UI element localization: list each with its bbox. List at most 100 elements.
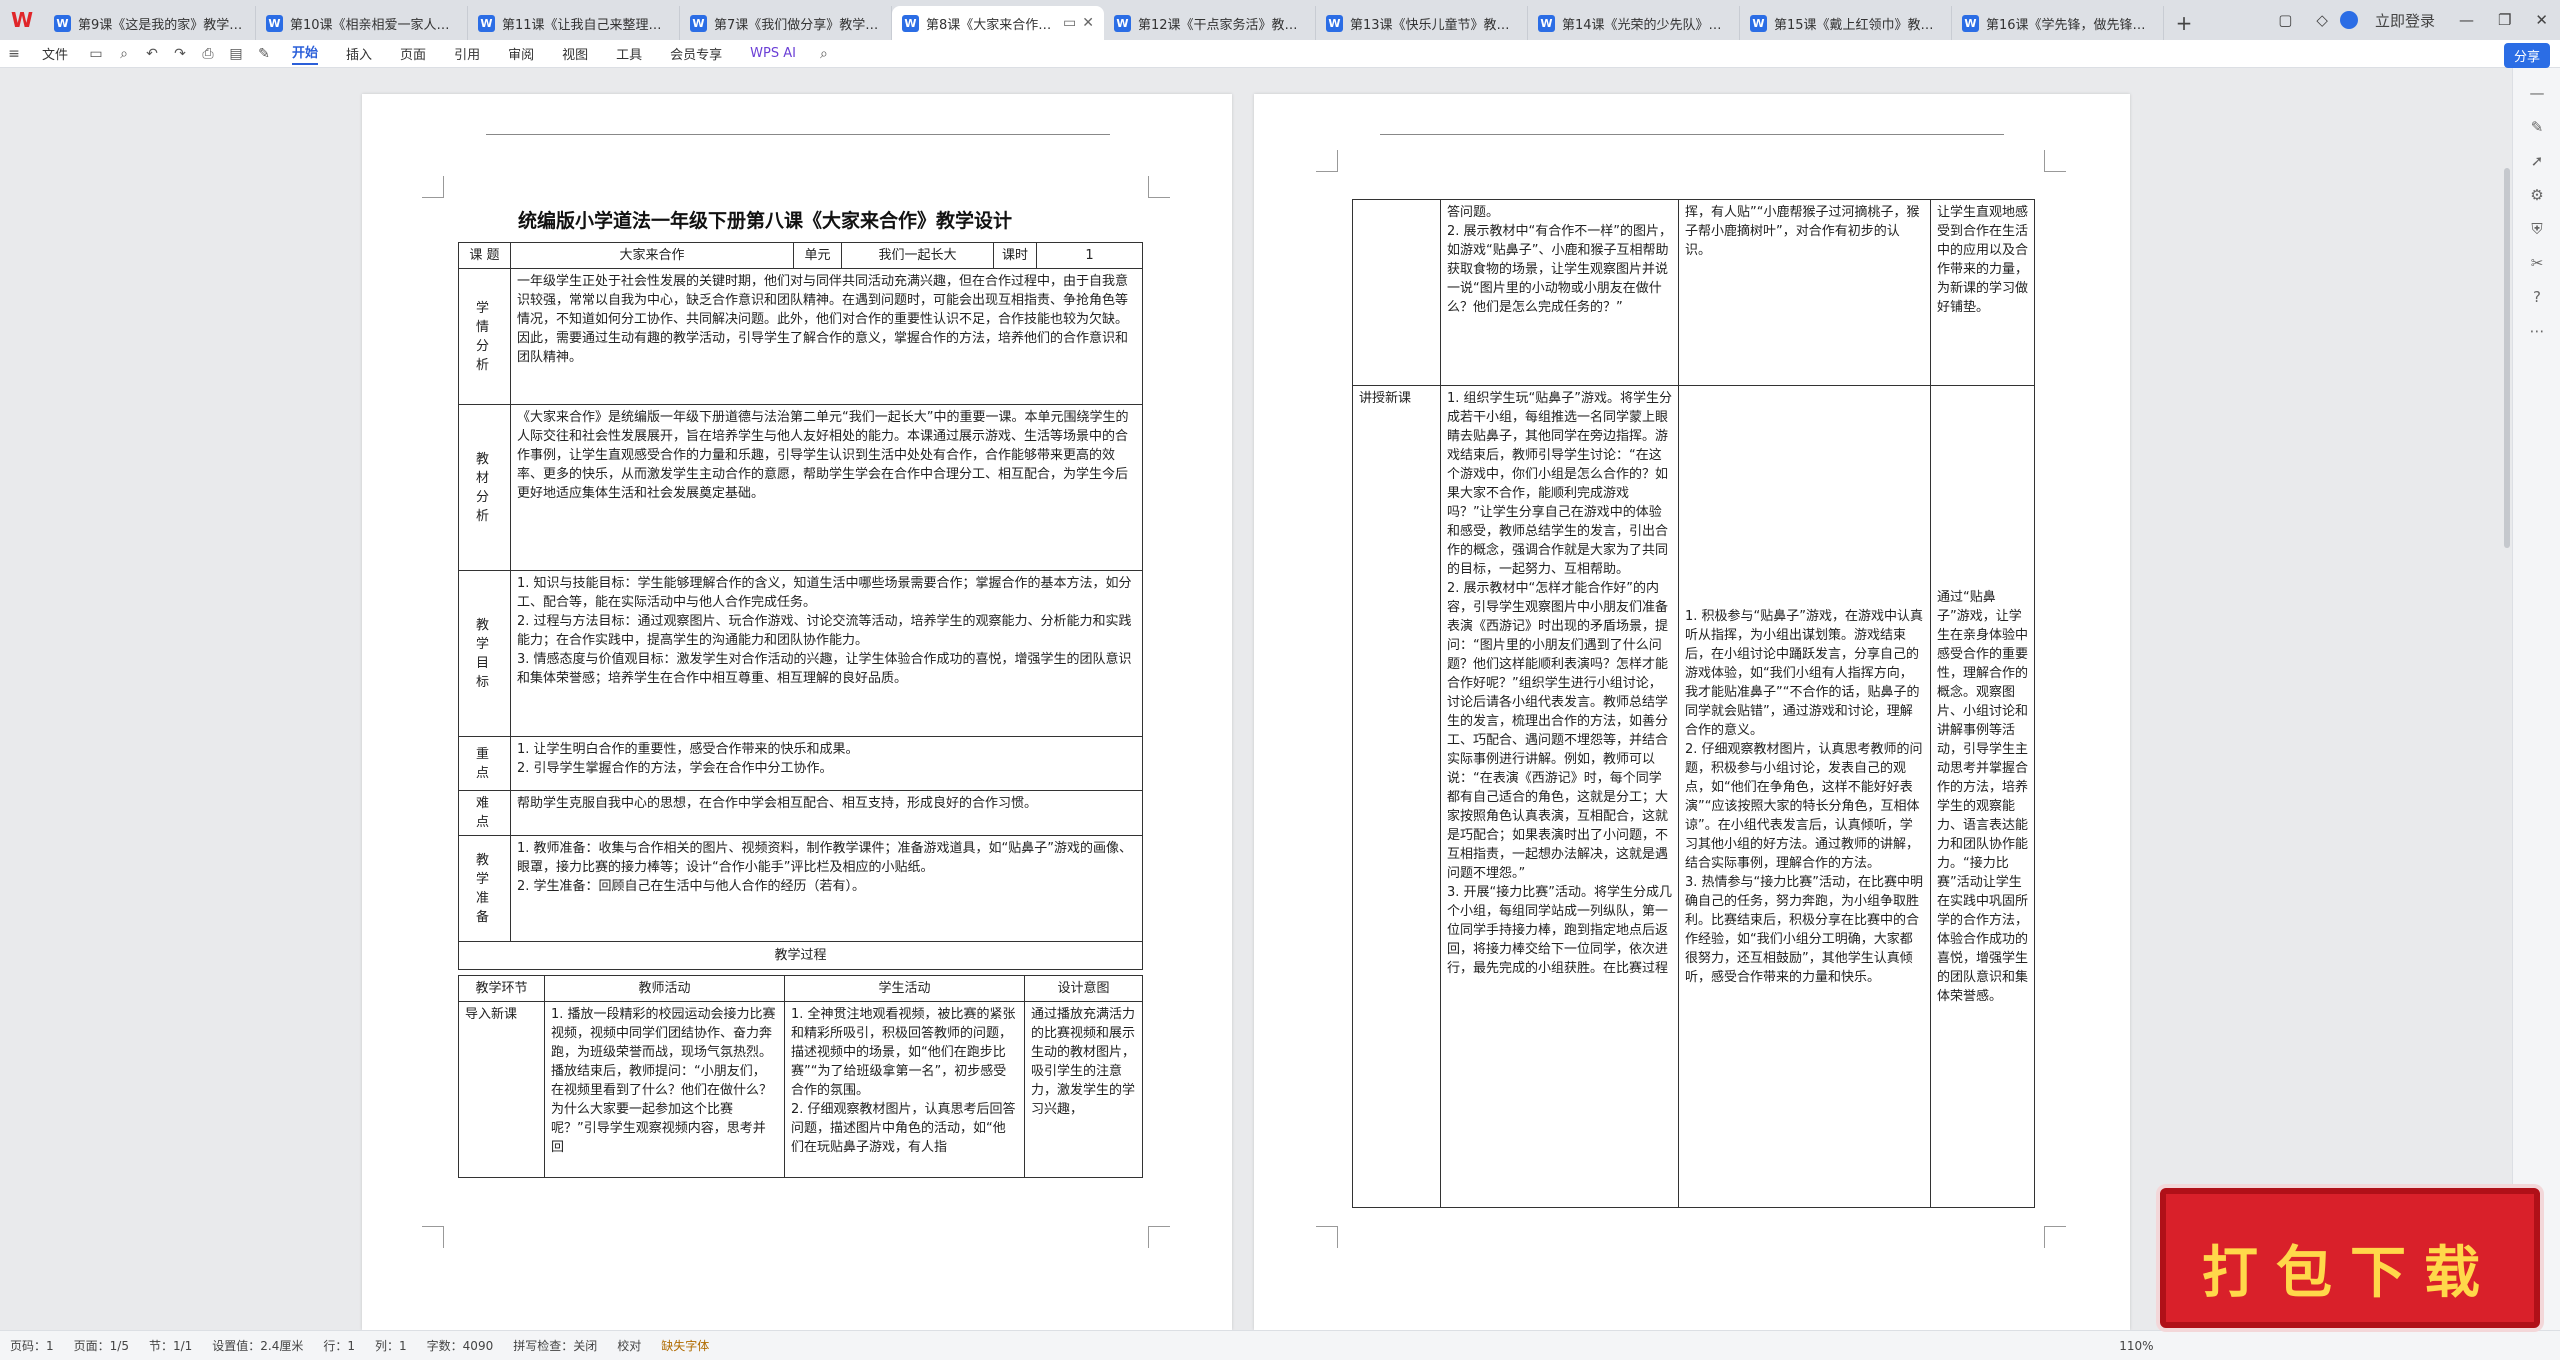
- keti-value[interactable]: 大家来合作: [510, 242, 794, 269]
- download-label: 打包下载: [2202, 1240, 2498, 1306]
- menu-start[interactable]: 开始: [292, 42, 319, 65]
- skin-icon[interactable]: ◇: [2316, 11, 2328, 29]
- label-zhunbei: 教 学 准 备: [458, 835, 511, 942]
- menu-insert[interactable]: 插入: [346, 44, 372, 63]
- tab-doc-7[interactable]: W第7课《我们做分享》教学设计...: [680, 6, 892, 40]
- help-icon[interactable]: ?: [2513, 288, 2560, 306]
- status-setting[interactable]: 设置值：2.4厘米: [212, 1337, 303, 1354]
- menu-review[interactable]: 审阅: [508, 44, 534, 63]
- wps-logo-icon: W: [10, 8, 34, 32]
- export-icon[interactable]: ▤: [228, 46, 244, 62]
- menu-file[interactable]: 文件: [42, 44, 68, 63]
- tab-doc-14[interactable]: W 第14课《光荣的少先队》教学设: [1528, 6, 1740, 40]
- redo-icon[interactable]: ↷: [172, 46, 188, 62]
- row-label-new-lesson: 讲授新课: [1352, 385, 1441, 1208]
- zhongdian-cell[interactable]: 1. 让学生明白合作的重要性，感受合作带来的快乐和成果。 2. 引导学生掌握合作…: [510, 736, 1143, 791]
- keshi-value[interactable]: 1: [1036, 242, 1143, 269]
- new-file-icon[interactable]: ▭: [88, 46, 104, 62]
- new-teacher[interactable]: 1. 组织学生玩“贴鼻子”游戏。将学生分成若干小组，每组推选一名同学蒙上眼睛去贴…: [1440, 385, 1679, 1208]
- label-jiaocai: 教 材 分 析: [458, 404, 511, 571]
- tab-bar: W W第9课《这是我的家》教学设计... W第10课《相亲相爱一家人》教学 W第…: [0, 0, 2560, 40]
- intro-teacher[interactable]: 1. 播放一段精彩的校园运动会接力比赛视频，视频中同学们团结协作、奋力奔跑，为班…: [544, 1001, 785, 1178]
- row-label-empty: [1352, 199, 1441, 386]
- intro-student[interactable]: 1. 全神贯注地观看视频，被比赛的紧张和精彩所吸引，积极回答教师的问题，描述视频…: [784, 1001, 1025, 1178]
- label-keti: 课 题: [458, 242, 511, 269]
- tab-doc-15[interactable]: W 第15课《戴上红领巾》教学设计: [1740, 6, 1952, 40]
- collapse-icon[interactable]: —: [2513, 84, 2560, 102]
- status-pages[interactable]: 页面：1/5: [74, 1337, 129, 1354]
- print-icon[interactable]: ⎙: [200, 46, 216, 62]
- search-icon[interactable]: ⌕: [816, 46, 832, 62]
- menu-reference[interactable]: 引用: [454, 44, 480, 63]
- xueqing-text[interactable]: 一年级学生正处于社会性发展的关键时期，他们对与同伴共同活动充满兴趣，但在合作过程…: [510, 268, 1143, 405]
- status-words[interactable]: 字数：4090: [427, 1337, 494, 1354]
- jiaocai-text[interactable]: 《大家来合作》是统编版一年级下册道德与法治第二单元“我们一起长大”中的重要一课。…: [510, 404, 1143, 571]
- new-student[interactable]: 1. 积极参与“贴鼻子”游戏，在游戏中认真听从指挥，为小组出谋划策。游戏结束后，…: [1678, 385, 1931, 1208]
- tools-icon[interactable]: ✂: [2513, 254, 2560, 272]
- settings-icon[interactable]: ⚙: [2513, 186, 2560, 204]
- status-row[interactable]: 行：1: [323, 1337, 355, 1354]
- menu-view[interactable]: 视图: [562, 44, 588, 63]
- status-proof[interactable]: 校对: [617, 1337, 641, 1354]
- status-col[interactable]: 列：1: [375, 1337, 407, 1354]
- tab-doc-9[interactable]: W第9课《这是我的家》教学设计...: [44, 6, 256, 40]
- intro-intent[interactable]: 通过播放充满活力的比赛视频和展示生动的教材图片，吸引学生的注意力，激发学生的学习…: [1024, 1001, 1143, 1178]
- menu-tools[interactable]: 工具: [616, 44, 642, 63]
- cont-teacher[interactable]: 答问题。 2. 展示教材中“有合作不一样”的图片，如游戏“贴鼻子”、小鹿和猴子互…: [1440, 199, 1679, 386]
- zhongdian-item: 2. 引导学生掌握合作的方法，学会在合作中分工协作。: [517, 761, 833, 776]
- shield-icon[interactable]: ⛨: [2513, 220, 2560, 238]
- tab-doc-13[interactable]: W第13课《快乐儿童节》教学设计...: [1316, 6, 1528, 40]
- close-tab-icon[interactable]: ✕: [1082, 15, 1094, 31]
- menu-page[interactable]: 页面: [400, 44, 426, 63]
- nandian-text[interactable]: 帮助学生克服自我中心的思想，在合作中学会相互配合、相互支持，形成良好的合作习惯。: [510, 790, 1143, 836]
- status-font-missing[interactable]: 缺失字体: [661, 1337, 709, 1354]
- mubiao-cell[interactable]: 1. 知识与技能目标：学生能够理解合作的含义，知道生活中哪些场景需要合作；掌握合…: [510, 570, 1143, 737]
- word-doc-icon: W: [1326, 14, 1343, 32]
- new-tab-button[interactable]: +: [2164, 6, 2204, 40]
- margin-corner: [2044, 150, 2066, 172]
- zhunbei-cell[interactable]: 1. 教师准备：收集与合作相关的图片、视频资料，制作教学课件；准备游戏道具，如“…: [510, 835, 1143, 942]
- status-page[interactable]: 页码：1: [10, 1337, 54, 1354]
- danyuan-value[interactable]: 我们一起长大: [841, 242, 994, 269]
- status-bar: 页码：1 页面：1/5 节：1/1 设置值：2.4厘米 行：1 列：1 字数：4…: [0, 1330, 2560, 1360]
- screen-icon[interactable]: ▭: [1063, 15, 1076, 31]
- undo-icon[interactable]: ↶: [144, 46, 160, 62]
- status-section[interactable]: 节：1/1: [149, 1337, 192, 1354]
- tab-doc-10[interactable]: W 第10课《相亲相爱一家人》教学: [256, 6, 468, 40]
- format-painter-icon[interactable]: ✎: [256, 46, 272, 62]
- header-intent: 设计意图: [1024, 975, 1143, 1002]
- word-doc-icon: W: [1114, 14, 1131, 32]
- close-window-icon[interactable]: ✕: [2535, 11, 2548, 29]
- status-zoom[interactable]: 110%: [2119, 1339, 2153, 1353]
- menu-member[interactable]: 会员专享: [670, 44, 722, 63]
- tab-doc-11[interactable]: W 第11课《让我自己来整理》教学: [468, 6, 680, 40]
- minimize-icon[interactable]: —: [2459, 11, 2474, 29]
- cont-student[interactable]: 挥，有人贴”“小鹿帮猴子过河摘桃子，猴子帮小鹿摘树叶”，对合作有初步的认识。: [1678, 199, 1931, 386]
- pen-icon[interactable]: ✎: [2513, 118, 2560, 136]
- tab-doc-8-active[interactable]: W 第8课《大家来合作》教 ▭ ✕: [892, 6, 1104, 40]
- share-button[interactable]: 分享: [2503, 43, 2550, 68]
- status-spell[interactable]: 拼写检查：关闭: [513, 1337, 597, 1354]
- label-danyuan: 单元: [793, 242, 842, 269]
- new-intent[interactable]: 通过“贴鼻子”游戏，让学生在亲身体验中感受合作的重要性，理解合作的概念。观察图片…: [1930, 385, 2035, 1208]
- word-doc-icon: W: [1538, 14, 1555, 32]
- layout-icon[interactable]: ▢: [2278, 11, 2292, 29]
- cont-intent[interactable]: 让学生直观地感受到合作在生活中的应用以及合作带来的力量，为新课的学习做好铺垫。: [1930, 199, 2035, 386]
- login-button[interactable]: 立即登录: [2339, 10, 2447, 31]
- avatar-icon: [2339, 11, 2358, 29]
- menu-wps-ai[interactable]: WPS AI: [750, 46, 796, 61]
- download-banner[interactable]: 打包下载: [2160, 1188, 2540, 1328]
- select-icon[interactable]: ➚: [2513, 152, 2560, 170]
- search-doc-icon[interactable]: ⌕: [116, 46, 132, 62]
- document-title[interactable]: 统编版小学道法一年级下册第八课《大家来合作》教学设计: [518, 206, 1012, 233]
- vertical-scrollbar[interactable]: [2504, 168, 2510, 548]
- margin-corner: [1148, 176, 1170, 198]
- restore-icon[interactable]: ❐: [2498, 11, 2511, 29]
- more-icon[interactable]: ⋯: [2513, 322, 2560, 340]
- margin-corner: [2044, 1226, 2066, 1248]
- label-keshi: 课时: [993, 242, 1037, 269]
- tab-doc-16[interactable]: W 第16课《学先锋，做先锋》教学: [1952, 6, 2164, 40]
- wps-logo[interactable]: W: [0, 0, 44, 40]
- hamburger-icon[interactable]: ≡: [6, 46, 22, 62]
- tab-doc-12[interactable]: W 第12课《干点家务活》教学设计: [1104, 6, 1316, 40]
